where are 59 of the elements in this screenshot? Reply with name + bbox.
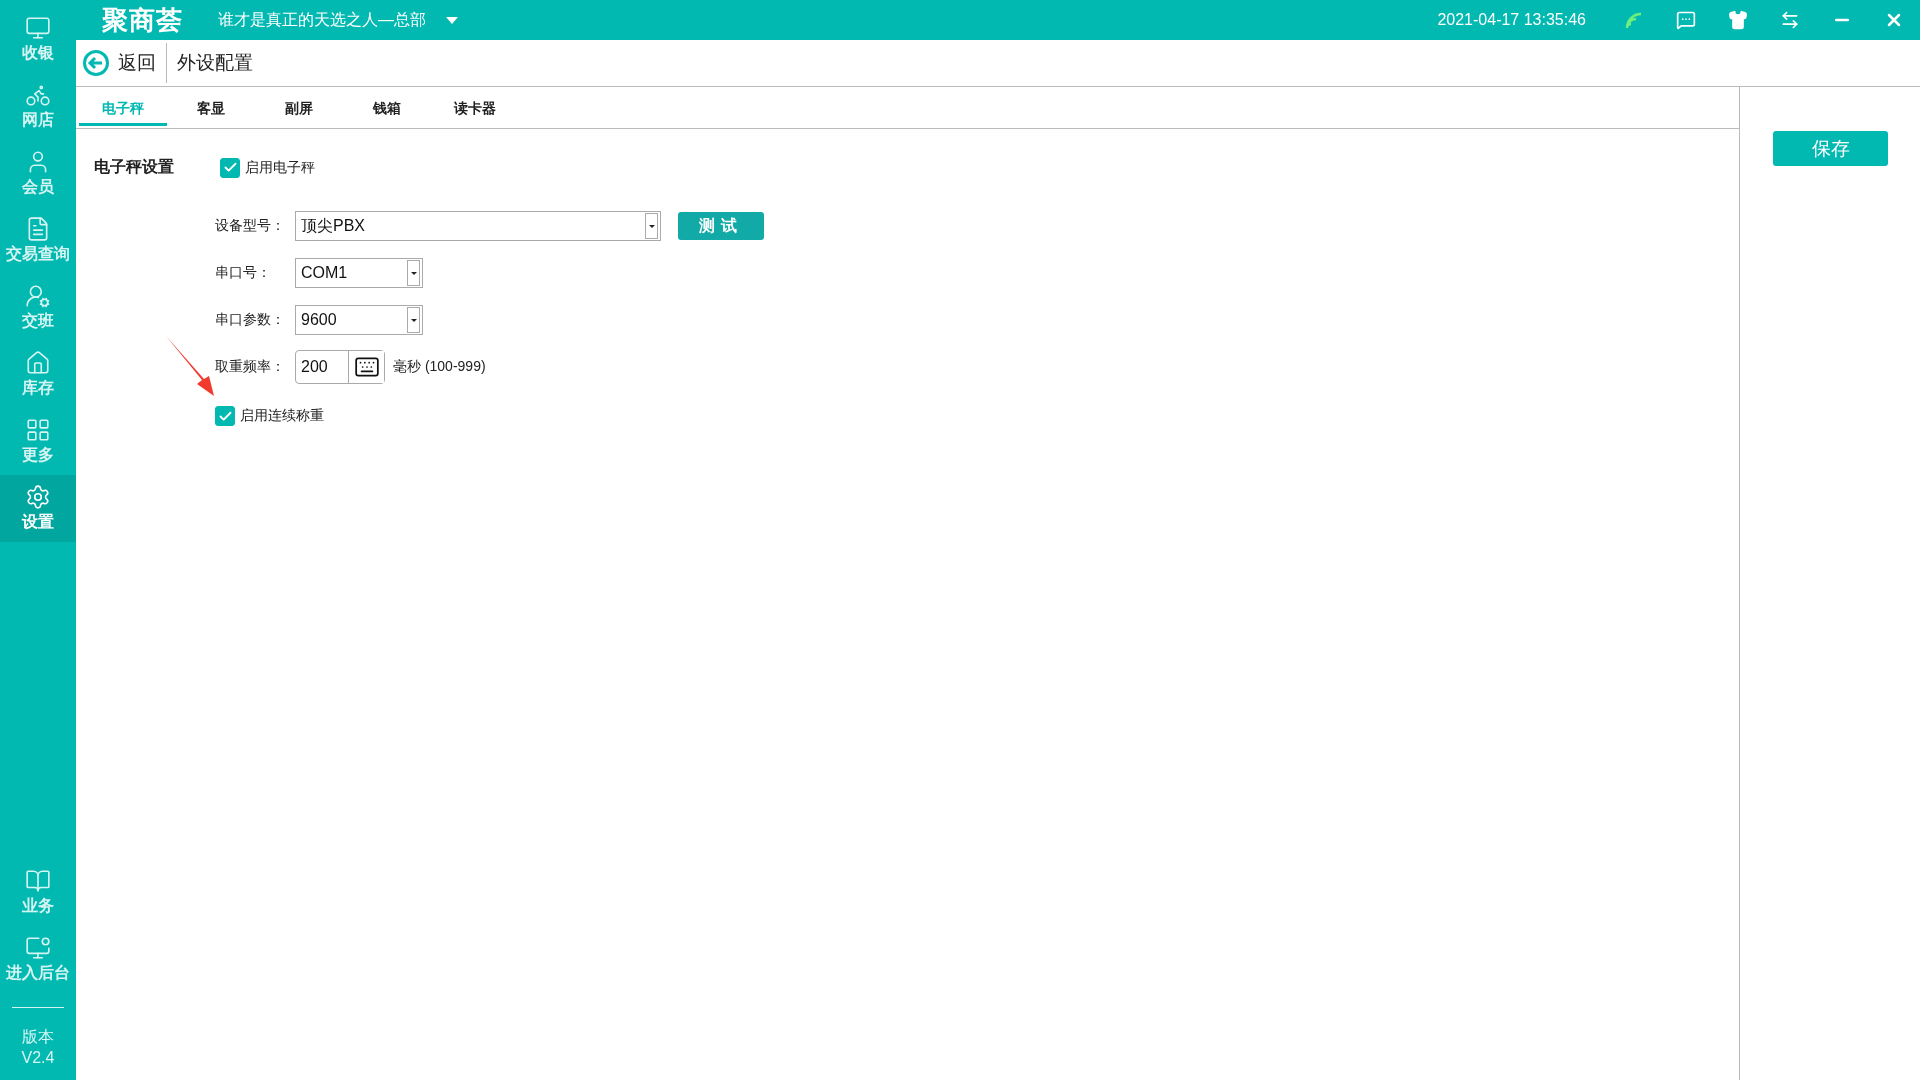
tab[interactable]: 副屏 [255,87,343,126]
settings-icon [25,484,51,510]
sidebar-item[interactable]: 业务 [0,859,76,926]
caret-icon [410,271,417,275]
tab[interactable]: 客显 [167,87,255,126]
datetime: 2021-04-17 13:35:46 [1437,11,1586,29]
checkbox-label: 启用连续称重 [240,407,324,425]
back-button[interactable]: 返回 [82,43,167,83]
caret-icon [410,318,417,322]
dropdown[interactable]: COM1 [295,258,423,288]
checkmark-icon [222,160,238,175]
dropdown[interactable]: 9600 [295,305,423,335]
checkbox[interactable] [220,157,240,178]
monitor-icon [25,935,51,961]
keyboard-icon[interactable] [348,351,384,383]
grid-icon [25,417,51,443]
sidebar-label: 库存 [22,378,54,398]
sidebar-item[interactable]: 会员 [0,140,76,207]
tab[interactable]: 电子秤 [79,87,167,126]
sidebar-label: 网店 [22,110,54,130]
test-button[interactable]: 测试 [678,212,764,240]
sidebar-item[interactable]: 设置 [0,475,76,542]
sidebar-item[interactable]: 网店 [0,73,76,140]
caret-icon [648,224,655,228]
sidebar-label: 收银 [22,43,54,63]
tab[interactable]: 读卡器 [431,87,519,126]
sidebar-item[interactable]: 库存 [0,341,76,408]
sidebar-item[interactable]: 交易查询 [0,207,76,274]
sidebar-item[interactable]: 更多 [0,408,76,475]
sidebar-item[interactable]: 进入后台 [0,926,76,993]
save-button[interactable]: 保存 [1773,131,1888,166]
unit-hint: 毫秒 (100-999) [393,358,486,376]
checkbox-label: 启用电子秤 [245,158,315,177]
version-text: 版本 V2.4 [20,1027,56,1068]
sidebar-label: 会员 [22,177,54,197]
input-field[interactable]: 200 [295,350,385,384]
section-title: 电子秤设置 [94,157,175,177]
dropdown[interactable]: 顶尖PBX [295,211,661,241]
sidebar-label: 交易查询 [6,244,70,264]
sidebar-item[interactable]: 交班 [0,274,76,341]
app-logo: 聚商荟 [102,3,184,37]
tab[interactable]: 钱箱 [343,87,431,126]
caret-icon [446,16,458,24]
field-label: 串口参数： [215,311,286,329]
sidebar-item[interactable]: 收银 [0,6,76,73]
field-label: 串口号： [215,264,272,282]
book-icon [25,868,51,894]
monitor-icon [25,15,51,41]
sidebar-label: 更多 [22,445,54,465]
sidebar-label: 设置 [22,512,54,532]
sidebar-label: 进入后台 [6,963,70,983]
house-icon [25,350,51,376]
store-selector[interactable]: 谁才是真正的天选之人—总部 [218,9,458,31]
field-label: 取重频率： [215,358,286,376]
checkbox[interactable] [215,406,235,426]
sidebar-label: 业务 [22,896,54,916]
field-label: 设备型号： [215,217,286,235]
page-title: 外设配置 [177,51,253,75]
sidebar-label: 交班 [22,311,54,331]
